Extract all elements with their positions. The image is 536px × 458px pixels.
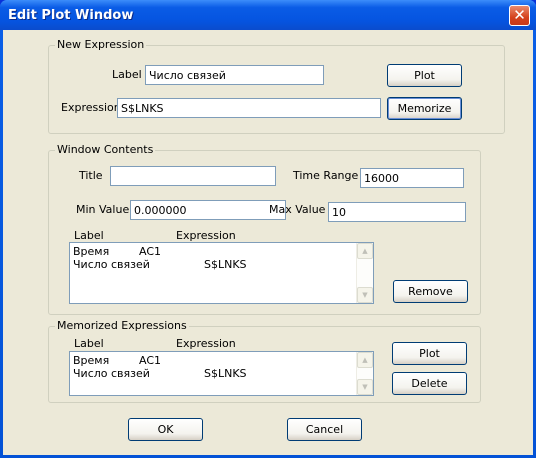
max-value-caption: Max Value (269, 203, 326, 216)
memorized-list[interactable]: Время AC1 Число связей S$LNKS ▲ ▼ (69, 351, 374, 396)
memorized-legend: Memorized Expressions (55, 319, 189, 332)
time-range-input[interactable] (360, 168, 464, 188)
min-value-input[interactable] (130, 200, 286, 220)
memorized-col-label: Label (74, 337, 104, 350)
window-contents-group: Window Contents Title Time Range Min Val… (48, 143, 481, 315)
scroll-down-icon[interactable]: ▼ (357, 379, 373, 395)
contents-col-label: Label (74, 229, 104, 242)
window-title: Edit Plot Window (8, 8, 134, 23)
window-contents-legend: Window Contents (55, 143, 156, 156)
contents-col-expression: Expression (176, 229, 236, 242)
expression-input[interactable] (117, 98, 381, 118)
dialog-window: Edit Plot Window ✕ New Expression Label … (0, 0, 536, 458)
scroll-up-icon[interactable]: ▲ (357, 352, 373, 368)
memorized-plot-button[interactable]: Plot (392, 342, 467, 365)
cancel-button[interactable]: Cancel (287, 418, 362, 441)
memorized-scrollbar[interactable]: ▲ ▼ (356, 352, 373, 395)
max-value-input[interactable] (328, 202, 466, 222)
contents-list[interactable]: Время AC1 Число связей S$LNKS ▲ ▼ (69, 242, 374, 304)
remove-button[interactable]: Remove (393, 280, 468, 303)
delete-button[interactable]: Delete (392, 372, 467, 395)
title-input[interactable] (110, 166, 276, 186)
title-caption: Title (79, 169, 103, 182)
scroll-down-icon[interactable]: ▼ (357, 287, 373, 303)
dialog-body: New Expression Label Plot Expression Mem… (3, 30, 533, 455)
label-caption: Label (112, 68, 142, 81)
memorized-group: Memorized Expressions Label Expression В… (48, 319, 481, 403)
new-expression-group: New Expression Label Plot Expression Mem… (48, 38, 505, 134)
label-input[interactable] (145, 65, 324, 85)
close-icon[interactable]: ✕ (509, 5, 530, 26)
title-bar[interactable]: Edit Plot Window ✕ (0, 0, 536, 30)
ok-button[interactable]: OK (128, 418, 203, 441)
time-range-caption: Time Range (293, 169, 359, 182)
scroll-up-icon[interactable]: ▲ (357, 243, 373, 259)
contents-scrollbar[interactable]: ▲ ▼ (356, 243, 373, 303)
memorize-button[interactable]: Memorize (387, 97, 462, 120)
min-value-caption: Min Value (76, 203, 130, 216)
expression-caption: Expression (61, 101, 121, 114)
new-expression-legend: New Expression (55, 38, 147, 51)
plot-button[interactable]: Plot (387, 64, 462, 87)
memorized-col-expression: Expression (176, 337, 236, 350)
